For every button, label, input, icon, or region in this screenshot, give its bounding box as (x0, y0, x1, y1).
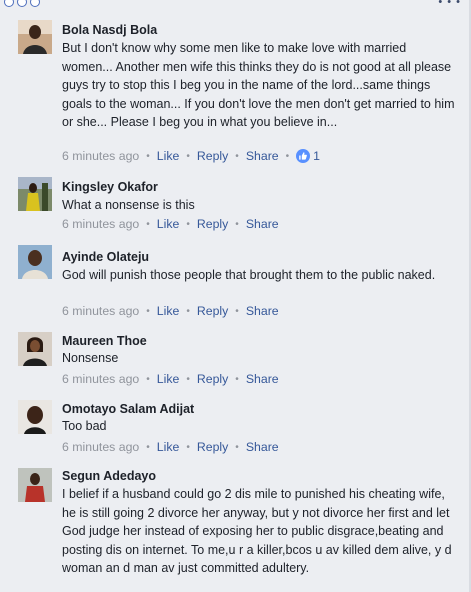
comment-text: I belief if a husband could go 2 dis mil… (62, 487, 452, 576)
timestamp[interactable]: 6 minutes ago (62, 149, 139, 163)
like-button[interactable]: Like (157, 217, 180, 231)
separator: • (186, 441, 190, 453)
share-button[interactable]: Share (246, 217, 279, 231)
commenter-name[interactable]: Ayinde Olateju (62, 250, 149, 264)
reaction-count-value: 1 (313, 149, 320, 163)
separator: • (146, 218, 150, 230)
separator: • (146, 441, 150, 453)
avatar[interactable] (18, 332, 52, 366)
commenter-name[interactable]: Bola Nasdj Bola (62, 23, 157, 37)
like-button[interactable]: Like (157, 304, 180, 318)
comment: Omotayo Salam Adijat Too bad 6 minutes a… (0, 396, 471, 460)
comment: Kingsley Okafor What a nonsense is this … (0, 175, 471, 237)
avatar[interactable] (18, 468, 52, 502)
share-button[interactable]: Share (246, 304, 279, 318)
comment-text: God will punish those people that brough… (62, 268, 436, 282)
share-button[interactable]: Share (246, 372, 279, 386)
avatar[interactable] (18, 177, 52, 211)
comment-list: Bola Nasdj Bola But I don't know why som… (0, 0, 471, 592)
timestamp[interactable]: 6 minutes ago (62, 372, 139, 386)
separator: • (235, 150, 239, 162)
reply-button[interactable]: Reply (197, 372, 228, 386)
like-button[interactable]: Like (157, 440, 180, 454)
comment-actions: 6 minutes ago • Like • Reply • Share • 1 (62, 149, 320, 163)
comment: Maureen Thoe Nonsense 6 minutes ago • Li… (0, 328, 471, 394)
comment-text: Too bad (62, 419, 107, 433)
timestamp[interactable]: 6 minutes ago (62, 304, 139, 318)
reply-button[interactable]: Reply (197, 217, 228, 231)
comment-actions: 6 minutes ago • Like • Reply • Share (62, 372, 279, 386)
separator: • (235, 373, 239, 385)
reply-button[interactable]: Reply (197, 304, 228, 318)
comment-actions: 6 minutes ago • Like • Reply • Share (62, 217, 279, 231)
commenter-name[interactable]: Segun Adedayo (62, 469, 156, 483)
avatar[interactable] (18, 20, 52, 54)
separator: • (146, 373, 150, 385)
reply-button[interactable]: Reply (197, 440, 228, 454)
separator: • (186, 218, 190, 230)
commenter-name[interactable]: Maureen Thoe (62, 334, 147, 348)
comment-actions: 6 minutes ago • Like • Reply • Share (62, 304, 279, 318)
separator: • (285, 150, 290, 162)
separator: • (186, 150, 190, 162)
separator: • (235, 305, 239, 317)
timestamp[interactable]: 6 minutes ago (62, 217, 139, 231)
reaction-count[interactable]: 1 (296, 149, 320, 163)
avatar[interactable] (18, 400, 52, 434)
comment: Ayinde Olateju God will punish those peo… (0, 241, 471, 326)
separator: • (235, 441, 239, 453)
comment-text: What a nonsense is this (62, 198, 195, 212)
thumbs-up-icon (296, 149, 311, 163)
timestamp[interactable]: 6 minutes ago (62, 440, 139, 454)
like-button[interactable]: Like (157, 149, 180, 163)
share-button[interactable]: Share (246, 440, 279, 454)
comment: Bola Nasdj Bola But I don't know why som… (0, 0, 471, 175)
like-button[interactable]: Like (157, 372, 180, 386)
separator: • (235, 218, 239, 230)
separator: • (146, 305, 150, 317)
separator: • (186, 305, 190, 317)
reply-button[interactable]: Reply (197, 149, 228, 163)
comment: Segun Adedayo I belief if a husband coul… (0, 464, 471, 592)
comment-text: But I don't know why some men like to ma… (62, 41, 455, 130)
commenter-name[interactable]: Omotayo Salam Adijat (62, 402, 194, 416)
comment-text: Nonsense (62, 351, 119, 365)
share-button[interactable]: Share (246, 149, 279, 163)
comment-actions: 6 minutes ago • Like • Reply • Share (62, 440, 279, 454)
separator: • (146, 150, 150, 162)
avatar[interactable] (18, 245, 52, 279)
separator: • (186, 373, 190, 385)
commenter-name[interactable]: Kingsley Okafor (62, 180, 158, 194)
